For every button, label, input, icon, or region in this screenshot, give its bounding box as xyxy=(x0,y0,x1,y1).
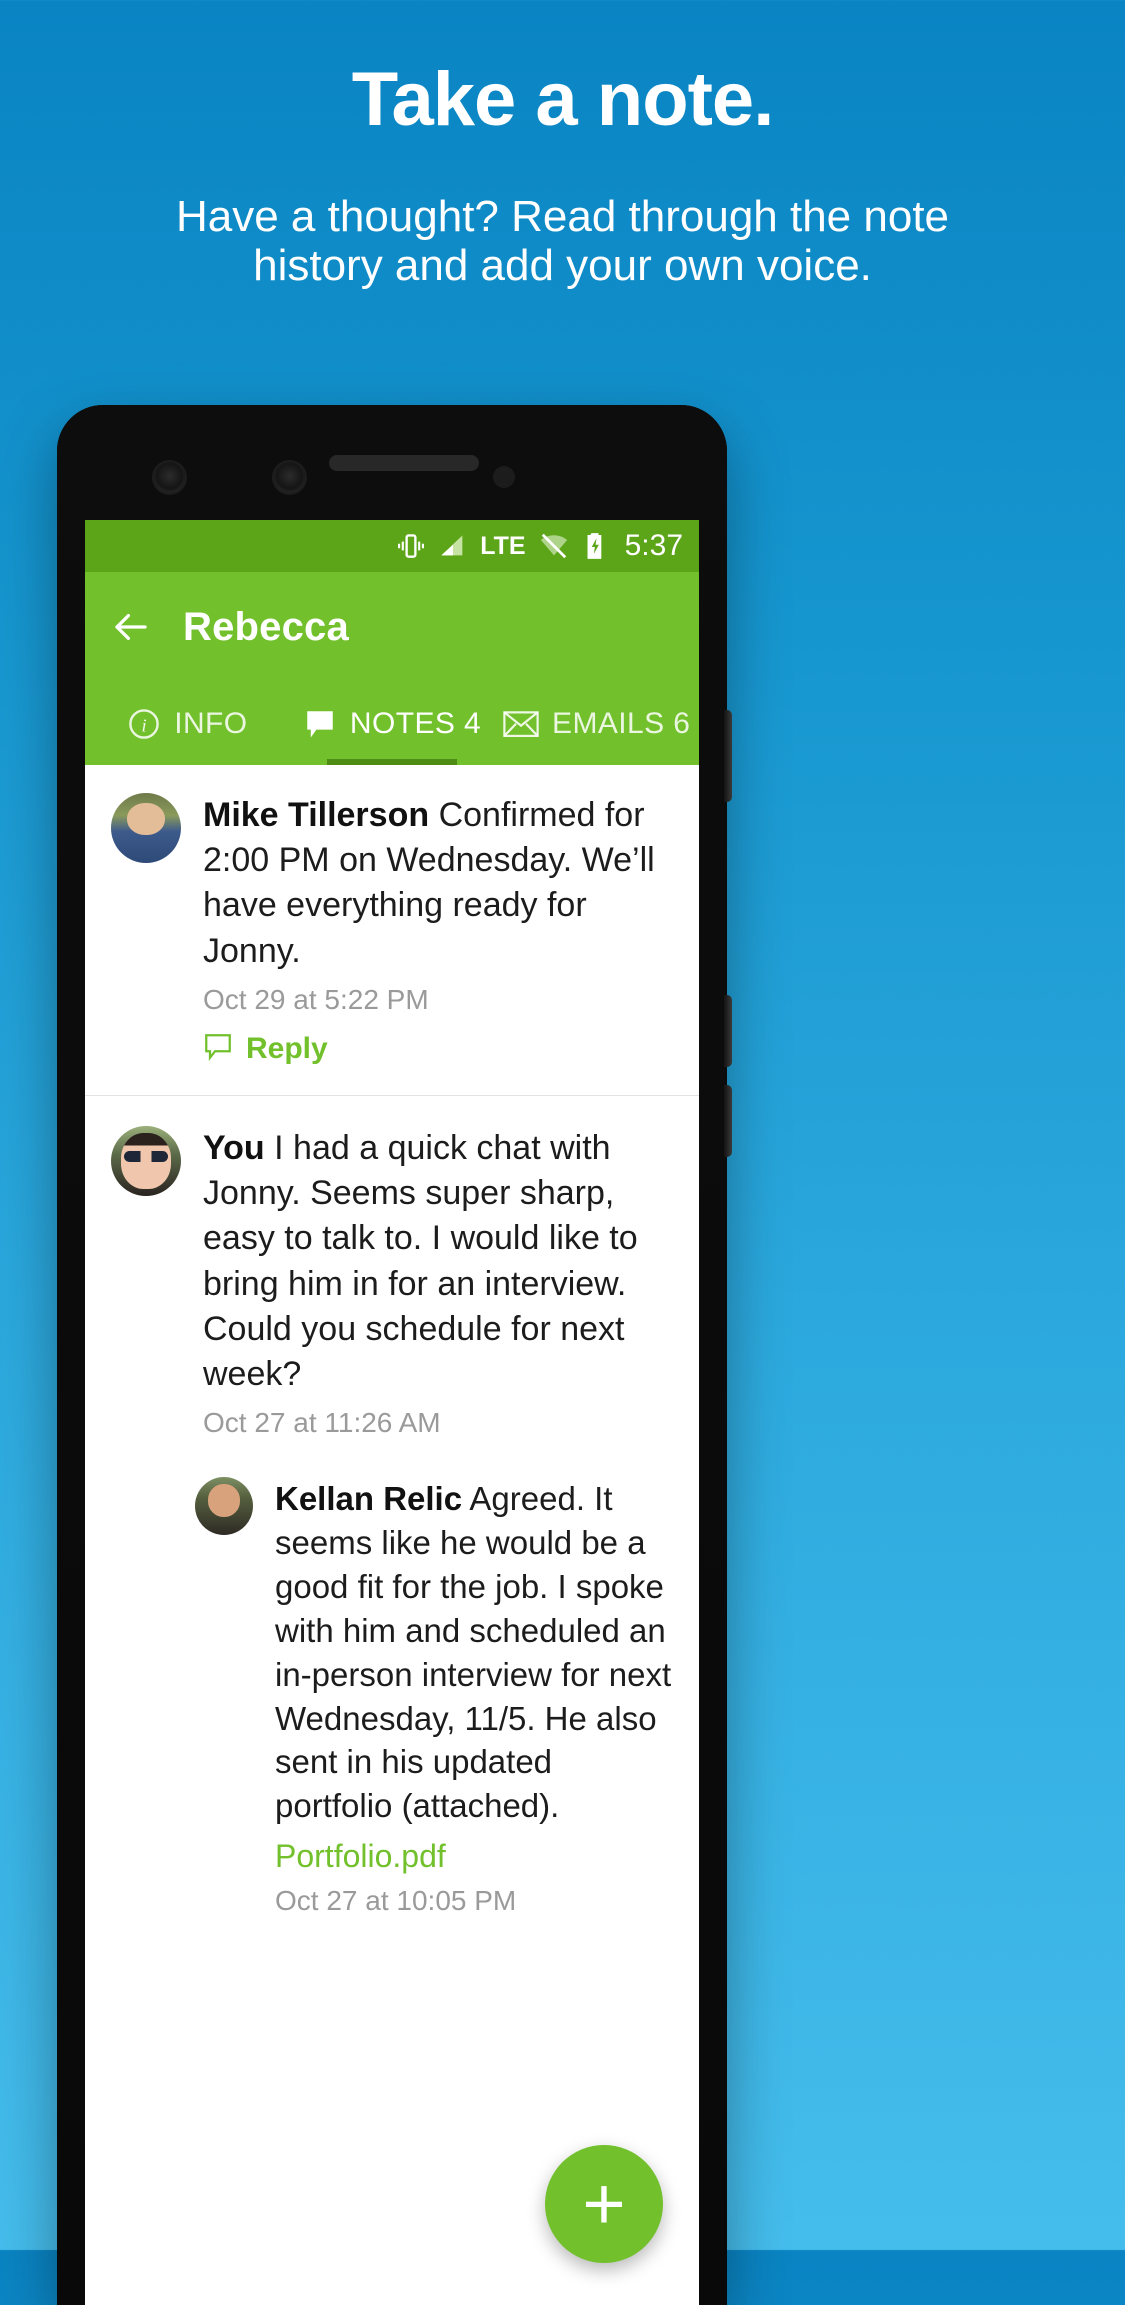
proximity-sensor-icon xyxy=(154,462,185,493)
tab-info[interactable]: i INFO xyxy=(85,682,290,765)
note-message: Agreed. It seems like he would be a good… xyxy=(275,1480,672,1825)
tab-emails-label: EMAILS 6 xyxy=(552,706,691,740)
avatar xyxy=(195,1477,253,1536)
attachment-link[interactable]: Portfolio.pdf xyxy=(275,1838,673,1875)
earpiece-speaker xyxy=(329,455,479,471)
note-body: You I had a quick chat with Jonny. Seems… xyxy=(203,1126,673,1439)
phone-top-bezel xyxy=(57,405,727,520)
signal-icon xyxy=(439,532,467,560)
note-message: I had a quick chat with Jonny. Seems sup… xyxy=(203,1128,638,1393)
reply-label: Reply xyxy=(246,1032,328,1066)
tab-info-label: INFO xyxy=(174,706,248,740)
front-camera-icon xyxy=(493,466,515,488)
avatar xyxy=(111,793,181,863)
envelope-icon xyxy=(503,707,539,741)
tab-bar: i INFO NOTES 4 EMAILS 6 xyxy=(85,682,699,765)
note-text: You I had a quick chat with Jonny. Seems… xyxy=(203,1126,673,1397)
power-button[interactable] xyxy=(724,710,732,802)
promo-title: Take a note. xyxy=(351,57,775,142)
note-text: Kellan Relic Agreed. It seems like he wo… xyxy=(275,1477,673,1828)
note-timestamp: Oct 29 at 5:22 PM xyxy=(203,983,429,1015)
promo-subtitle: Have a thought? Read through the note hi… xyxy=(175,192,950,291)
volume-up-button[interactable] xyxy=(724,995,732,1067)
status-bar: LTE 5:37 xyxy=(85,520,699,572)
reply-bubble-icon xyxy=(203,1032,233,1067)
page-title: Rebecca xyxy=(183,604,349,649)
note-author: You xyxy=(203,1128,265,1167)
note-timestamp: Oct 27 at 10:05 PM xyxy=(275,1885,517,1917)
avatar xyxy=(111,1125,181,1196)
speech-bubble-icon xyxy=(303,707,337,741)
note-author: Kellan Relic xyxy=(275,1480,463,1518)
phone-mockup: LTE 5:37 Rebecca i INFO NOTES 4 EMAILS 6… xyxy=(57,405,732,2305)
back-arrow-icon[interactable] xyxy=(109,605,153,649)
volume-down-button[interactable] xyxy=(724,1085,732,1157)
promo-header: Take a note. Have a thought? Read throug… xyxy=(0,0,1125,291)
tab-emails[interactable]: EMAILS 6 xyxy=(494,682,699,765)
wifi-off-icon xyxy=(539,531,569,561)
note-body: Kellan Relic Agreed. It seems like he wo… xyxy=(275,1477,673,1917)
note-body: Mike Tillerson Confirmed for 2:00 PM on … xyxy=(203,793,673,1067)
notes-list: Mike Tillerson Confirmed for 2:00 PM on … xyxy=(85,765,699,1928)
tab-notes[interactable]: NOTES 4 xyxy=(290,682,495,765)
note-reply-item[interactable]: Kellan Relic Agreed. It seems like he wo… xyxy=(85,1449,699,1927)
phone-body: LTE 5:37 Rebecca i INFO NOTES 4 EMAILS 6… xyxy=(57,405,727,2305)
note-timestamp: Oct 27 at 11:26 AM xyxy=(203,1407,441,1439)
tab-notes-label: NOTES 4 xyxy=(349,706,482,740)
status-bar-clock: 5:37 xyxy=(624,529,683,562)
reply-button[interactable]: Reply xyxy=(203,1032,673,1067)
note-item[interactable]: You I had a quick chat with Jonny. Seems… xyxy=(85,1094,699,1449)
add-note-fab[interactable]: + xyxy=(545,2145,663,2263)
phone-screen: LTE 5:37 Rebecca i INFO NOTES 4 EMAILS 6… xyxy=(85,520,699,2305)
svg-text:i: i xyxy=(142,715,147,735)
battery-charging-icon xyxy=(582,532,608,560)
info-icon: i xyxy=(127,707,161,741)
lte-icon: LTE xyxy=(480,531,526,560)
plus-icon: + xyxy=(582,2162,626,2246)
app-bar: Rebecca xyxy=(85,572,699,682)
light-sensor-icon xyxy=(274,462,305,493)
note-text: Mike Tillerson Confirmed for 2:00 PM on … xyxy=(203,793,673,974)
note-item[interactable]: Mike Tillerson Confirmed for 2:00 PM on … xyxy=(85,765,699,1077)
note-author: Mike Tillerson xyxy=(203,796,430,834)
vibrate-icon xyxy=(396,531,426,561)
